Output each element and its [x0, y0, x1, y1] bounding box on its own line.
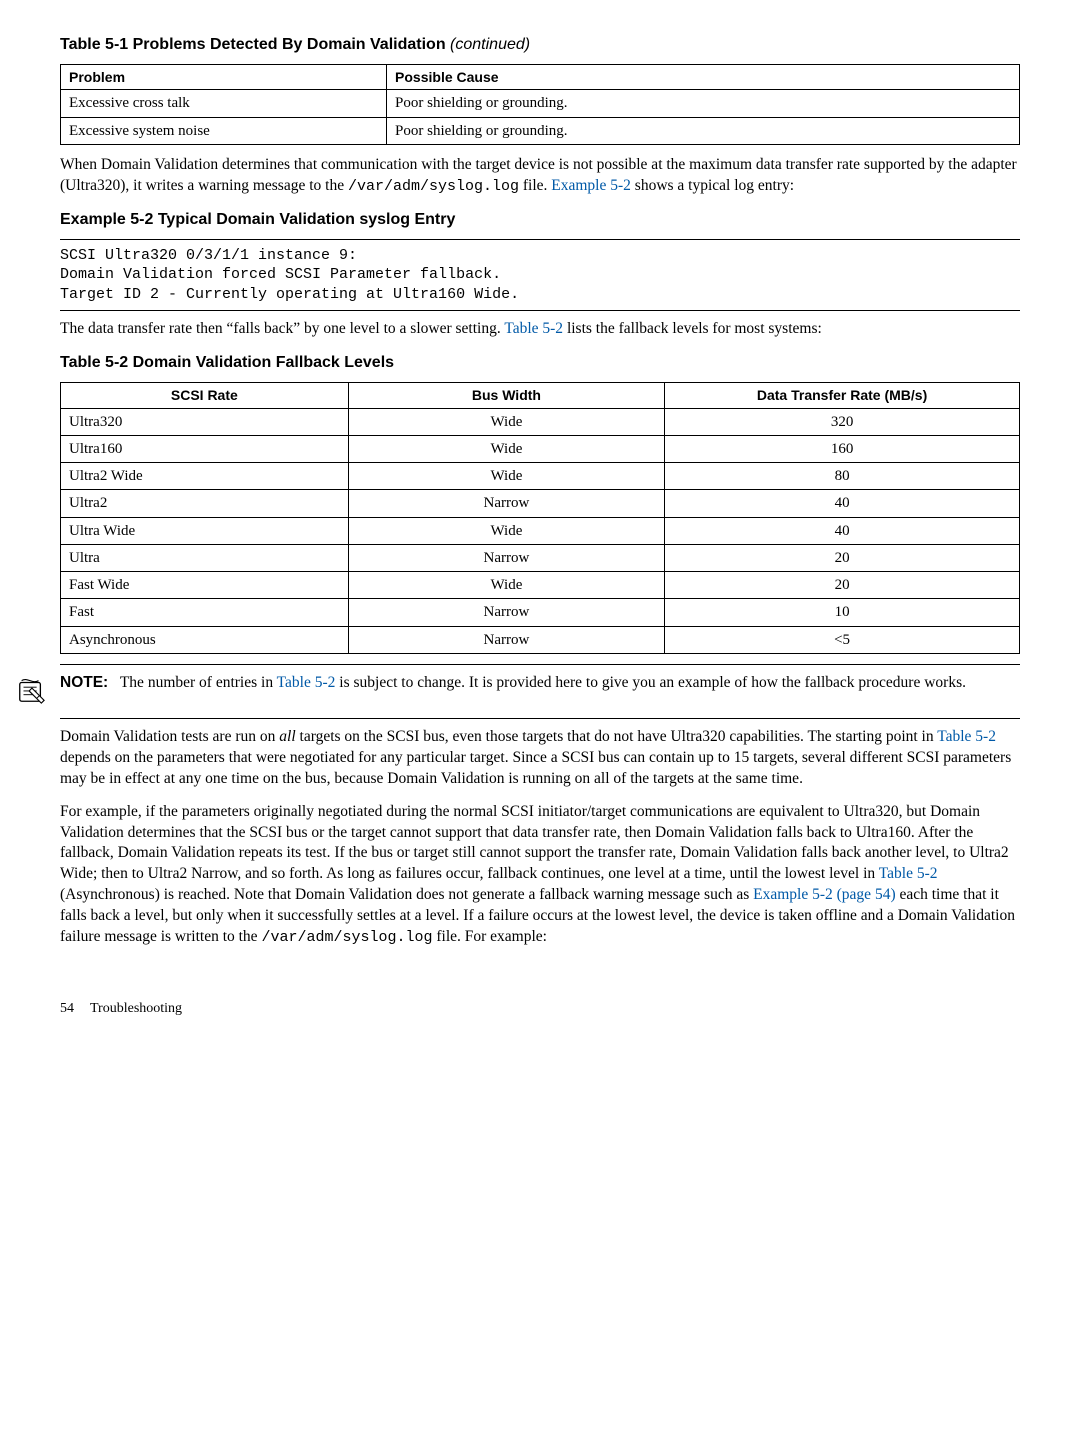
text: Domain Validation tests are run on [60, 728, 279, 745]
table-row: SCSI Rate Bus Width Data Transfer Rate (… [61, 382, 1020, 408]
link-example-5-2-page-54[interactable]: Example 5-2 (page 54) [753, 886, 895, 903]
link-table-5-2[interactable]: Table 5-2 [937, 728, 996, 745]
table-row: Excessive cross talk Poor shielding or g… [61, 90, 1020, 117]
cell: Ultra160 [61, 435, 349, 462]
cell: Wide [348, 408, 664, 435]
paragraph: Domain Validation tests are run on all t… [60, 727, 1020, 790]
col-header-rate: Data Transfer Rate (MB/s) [665, 382, 1020, 408]
cell: Narrow [348, 626, 664, 653]
cell: 40 [665, 517, 1020, 544]
cell: 160 [665, 435, 1020, 462]
text: depends on the parameters that were nego… [60, 749, 1011, 787]
text: file. [519, 177, 551, 194]
table-row: Fast WideWide20 [61, 572, 1020, 599]
divider [60, 718, 1020, 719]
inline-code: /var/adm/syslog.log [261, 929, 432, 946]
table-5-2: SCSI Rate Bus Width Data Transfer Rate (… [60, 382, 1020, 654]
page-footer: 54 Troubleshooting [60, 1000, 1020, 1019]
cell: Narrow [348, 544, 664, 571]
section-title: Troubleshooting [90, 1001, 182, 1016]
note-icon [16, 673, 46, 712]
cell: <5 [665, 626, 1020, 653]
cell: Poor shielding or grounding. [387, 90, 1020, 117]
cell: Wide [348, 463, 664, 490]
text: lists the fallback levels for most syste… [563, 320, 822, 337]
table-row: FastNarrow10 [61, 599, 1020, 626]
code-line: SCSI Ultra320 0/3/1/1 instance 9: [60, 247, 357, 264]
cell: Ultra320 [61, 408, 349, 435]
table-5-1-title: Table 5-1 Problems Detected By Domain Va… [60, 36, 446, 53]
example-5-2-heading: Example 5-2 Typical Domain Validation sy… [60, 209, 1020, 231]
cell: Wide [348, 517, 664, 544]
table-row: Excessive system noise Poor shielding or… [61, 117, 1020, 144]
cell: Wide [348, 435, 664, 462]
table-row: Ultra320Wide320 [61, 408, 1020, 435]
page-number: 54 [60, 1000, 74, 1019]
link-example-5-2[interactable]: Example 5-2 [551, 177, 631, 194]
code-line: Domain Validation forced SCSI Parameter … [60, 266, 501, 283]
text: The data transfer rate then “falls back”… [60, 320, 504, 337]
note-label: NOTE: [60, 674, 108, 691]
text: The number of entries in [120, 674, 277, 691]
cell: Ultra2 [61, 490, 349, 517]
paragraph: For example, if the parameters originall… [60, 802, 1020, 949]
cell: Ultra [61, 544, 349, 571]
link-table-5-2[interactable]: Table 5-2 [277, 674, 336, 691]
cell: Narrow [348, 599, 664, 626]
code-line: Target ID 2 - Currently operating at Ult… [60, 286, 519, 303]
divider [60, 239, 1020, 240]
col-header-cause: Possible Cause [387, 64, 1020, 90]
cell: Fast [61, 599, 349, 626]
text: For example, if the parameters originall… [60, 803, 1009, 883]
text: targets on the SCSI bus, even those targ… [296, 728, 938, 745]
col-header-bus-width: Bus Width [348, 382, 664, 408]
text: is subject to change. It is provided her… [335, 674, 966, 691]
note-block: NOTE: The number of entries in Table 5-2… [16, 673, 1020, 712]
cell: Narrow [348, 490, 664, 517]
col-header-problem: Problem [61, 64, 387, 90]
table-row: Ultra WideWide40 [61, 517, 1020, 544]
cell: 40 [665, 490, 1020, 517]
note-body: NOTE: The number of entries in Table 5-2… [60, 673, 1020, 694]
text: (Asynchronous) is reached. Note that Dom… [60, 886, 753, 903]
cell: Excessive cross talk [61, 90, 387, 117]
col-header-scsi-rate: SCSI Rate [61, 382, 349, 408]
code-block: SCSI Ultra320 0/3/1/1 instance 9: Domain… [60, 246, 1020, 305]
cell: Ultra Wide [61, 517, 349, 544]
table-5-1-continued: (continued) [446, 36, 531, 53]
cell: 10 [665, 599, 1020, 626]
link-table-5-2[interactable]: Table 5-2 [879, 865, 938, 882]
paragraph: The data transfer rate then “falls back”… [60, 319, 1020, 340]
table-row: Ultra2Narrow40 [61, 490, 1020, 517]
cell: Asynchronous [61, 626, 349, 653]
table-5-2-caption: Table 5-2 Domain Validation Fallback Lev… [60, 352, 1020, 374]
text: file. For example: [432, 928, 547, 945]
cell: Ultra2 Wide [61, 463, 349, 490]
cell: Fast Wide [61, 572, 349, 599]
text: shows a typical log entry: [631, 177, 794, 194]
cell: Excessive system noise [61, 117, 387, 144]
table-row: AsynchronousNarrow<5 [61, 626, 1020, 653]
divider [60, 664, 1020, 665]
table-row: Problem Possible Cause [61, 64, 1020, 90]
cell: Wide [348, 572, 664, 599]
cell: Poor shielding or grounding. [387, 117, 1020, 144]
cell: 20 [665, 572, 1020, 599]
cell: 20 [665, 544, 1020, 571]
cell: 80 [665, 463, 1020, 490]
table-row: Ultra2 WideWide80 [61, 463, 1020, 490]
divider [60, 310, 1020, 311]
link-table-5-2[interactable]: Table 5-2 [504, 320, 563, 337]
inline-code: /var/adm/syslog.log [348, 178, 519, 195]
table-5-1-caption: Table 5-1 Problems Detected By Domain Va… [60, 34, 1020, 56]
paragraph: When Domain Validation determines that c… [60, 155, 1020, 197]
emphasis: all [279, 728, 295, 745]
table-row: UltraNarrow20 [61, 544, 1020, 571]
table-5-1: Problem Possible Cause Excessive cross t… [60, 64, 1020, 145]
cell: 320 [665, 408, 1020, 435]
table-row: Ultra160Wide160 [61, 435, 1020, 462]
